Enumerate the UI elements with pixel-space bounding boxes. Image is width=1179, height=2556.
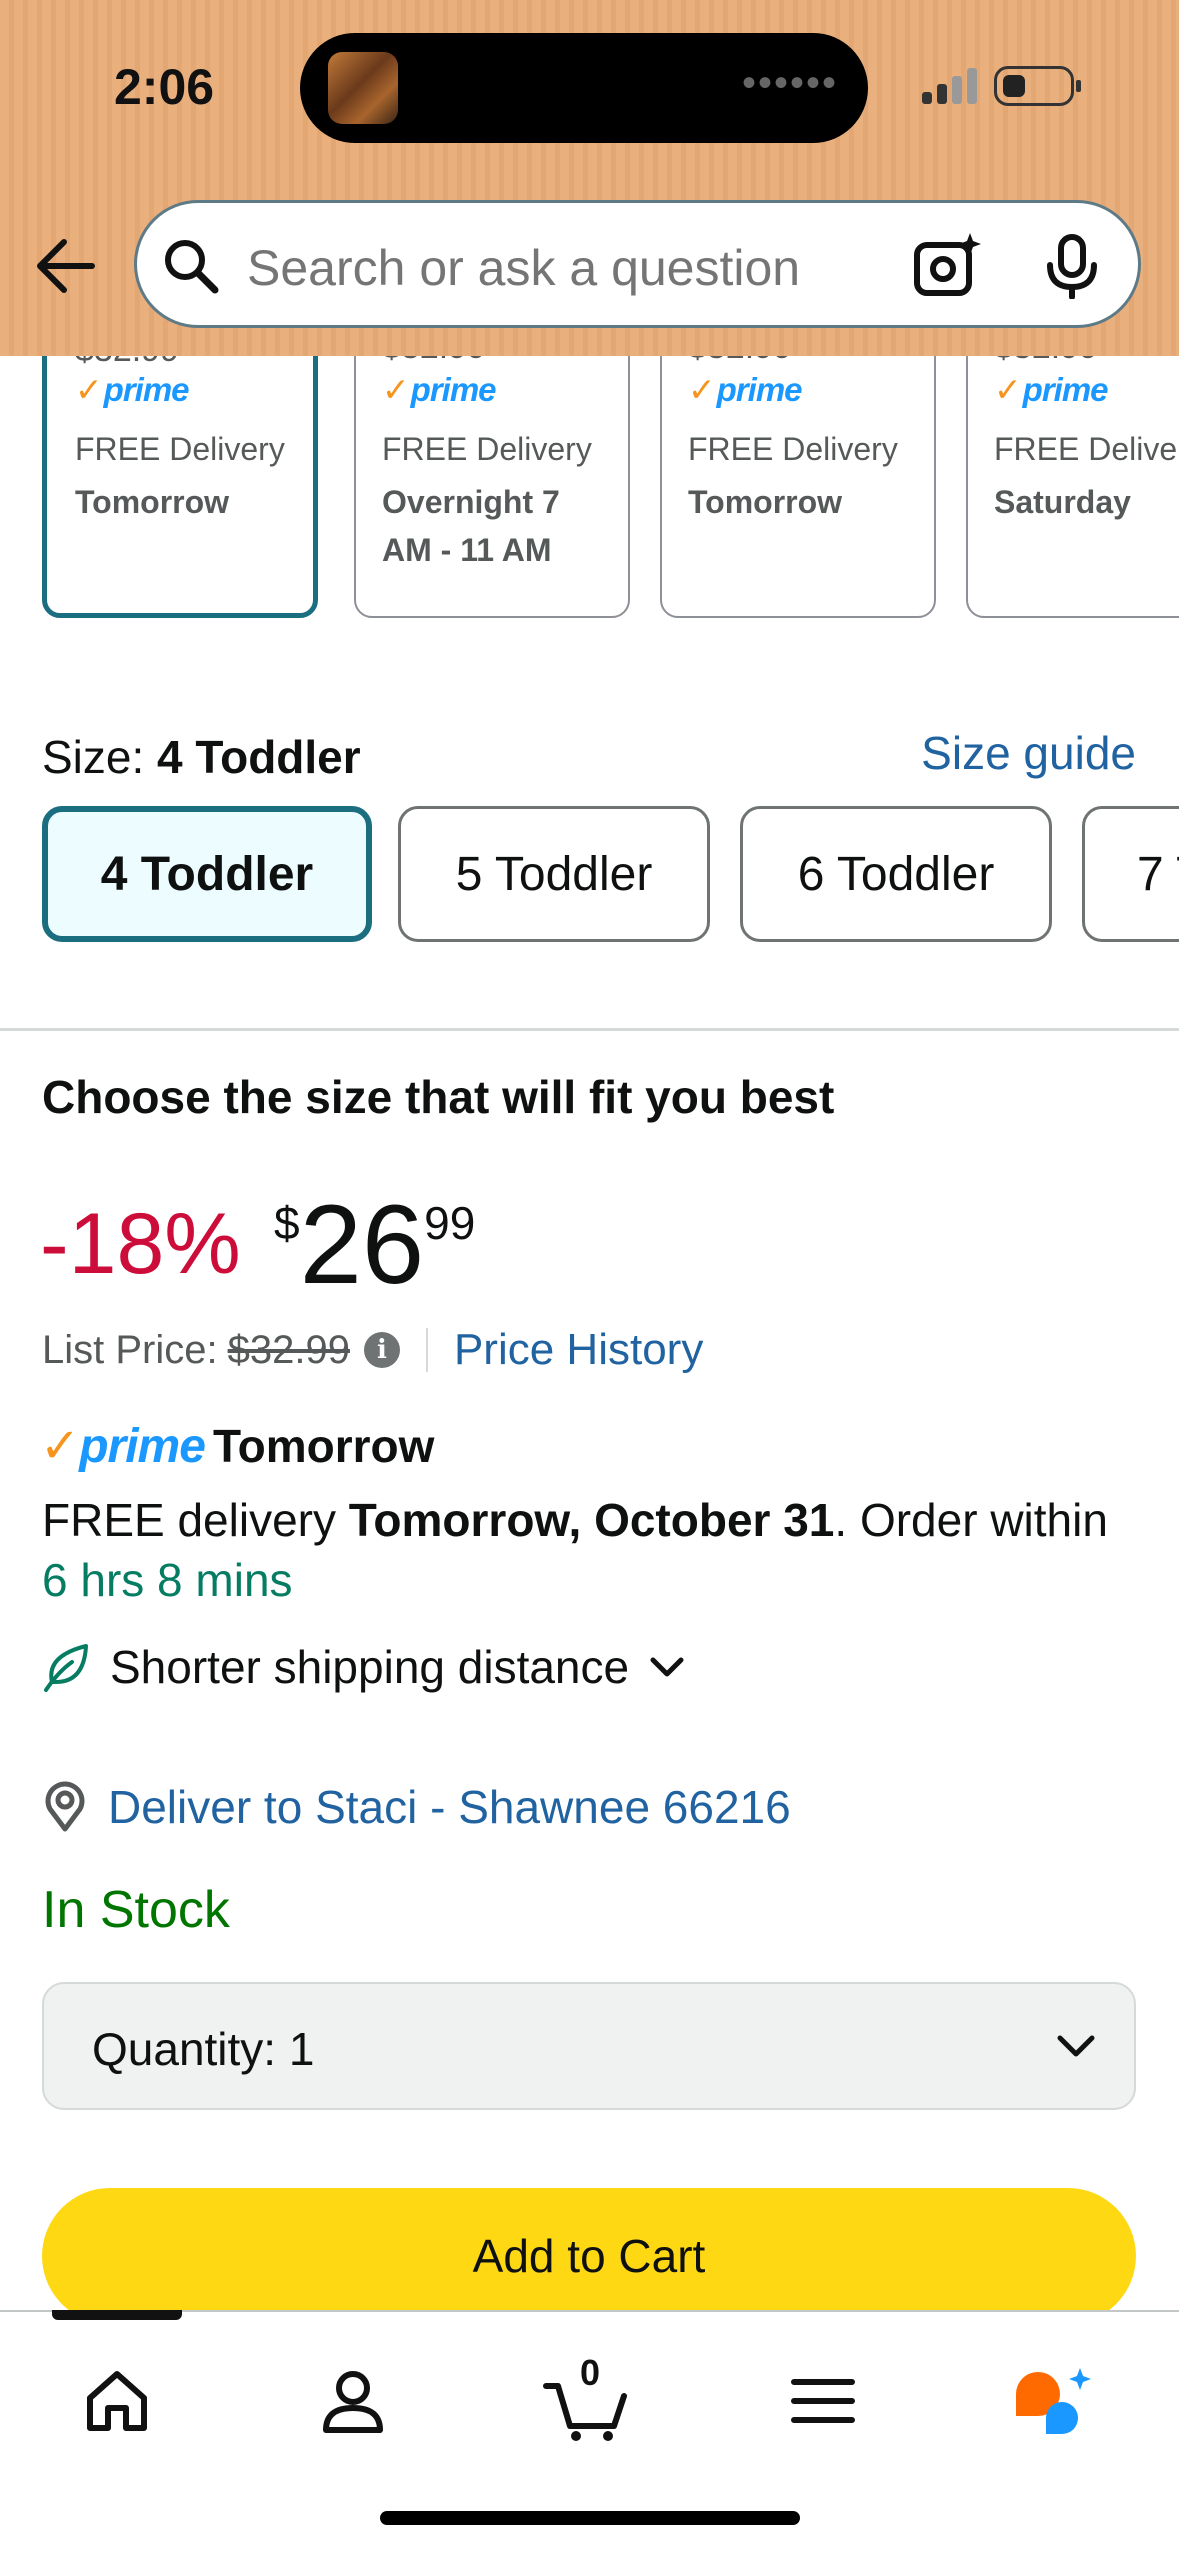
delivery-option-card[interactable]: $32.99 ✓prime FREE Delivery Overnight 7 … [354, 356, 630, 618]
price-fraction: 99 [424, 1197, 476, 1249]
card-delivery-time: Tomorrow [688, 484, 843, 520]
order-countdown: 6 hrs 8 mins [42, 1554, 293, 1606]
card-old-price: $32.99 [382, 356, 486, 367]
prime-delivery-badge: ✓prime Tomorrow [40, 1418, 434, 1474]
now-playing-thumbnail [328, 52, 398, 124]
size-option-7-toddler[interactable]: 7 Toddler [1082, 806, 1179, 942]
price-history-link[interactable]: Price History [454, 1325, 703, 1375]
delivery-option-card[interactable]: $32.99 ✓prime FREE Delivery Tomorrow [660, 356, 936, 618]
battery-icon [994, 66, 1081, 106]
card-old-price: $32.99 [75, 356, 179, 370]
fit-heading: Choose the size that will fit you best [42, 1071, 835, 1123]
prime-badge: ✓prime [994, 371, 1109, 408]
shipping-distance-label: Shorter shipping distance [110, 1641, 630, 1693]
cart-tab[interactable]: 0 [542, 2352, 632, 2446]
list-price-label: List Price: [42, 1327, 218, 1372]
prime-delivery-when: Tomorrow [212, 1420, 435, 1472]
shipping-distance-toggle[interactable]: Shorter shipping distance [42, 1640, 687, 1694]
size-options[interactable]: 4 Toddler 5 Toddler 6 Toddler 7 Toddler [0, 800, 1179, 950]
prime-logo: ✓prime [40, 1420, 206, 1473]
cellular-signal-icon [922, 68, 980, 104]
active-tab-indicator [52, 2310, 182, 2320]
card-free-delivery: FREE Delivery [382, 431, 592, 467]
delivery-option-card[interactable]: $32.99 ✓prime FREE Delivery Saturday [966, 356, 1179, 618]
card-old-price: $32.99 [688, 356, 792, 367]
card-delivery-time: Saturday [994, 484, 1131, 520]
discount-percent: -18% [40, 1196, 241, 1292]
price-whole: 26 [299, 1182, 425, 1307]
card-free-delivery: FREE Delivery [688, 431, 898, 467]
cart-count-badge: 0 [580, 2352, 601, 2393]
card-free-delivery: FREE Delivery [75, 431, 285, 467]
size-guide-link[interactable]: Size guide [921, 726, 1136, 780]
quantity-dropdown[interactable]: Quantity: 1 [42, 1982, 1136, 2110]
add-to-cart-button[interactable]: Add to Cart [42, 2188, 1136, 2324]
card-delivery-time: Tomorrow [75, 484, 230, 520]
home-icon[interactable] [72, 2356, 162, 2446]
app-header: 2:06 •••••• [0, 0, 1179, 356]
chevron-down-icon [1057, 2035, 1095, 2057]
menu-icon[interactable] [778, 2356, 868, 2446]
card-delivery-time: Overnight 7 AM - 11 AM [382, 484, 560, 568]
delivery-option-card[interactable]: $32.99 ✓prime FREE Delivery Tomorrow [42, 356, 318, 618]
prime-badge: ✓prime [75, 371, 190, 408]
search-bar[interactable] [134, 200, 1141, 328]
size-option-5-toddler[interactable]: 5 Toddler [398, 806, 710, 942]
price-currency: $ [274, 1197, 300, 1249]
deliver-to-address: Deliver to Staci - Shawnee 66216 [108, 1781, 791, 1833]
size-option-4-toddler[interactable]: 4 Toddler [42, 806, 372, 942]
list-price-value: $32.99 [227, 1327, 350, 1372]
prime-badge: ✓prime [382, 371, 497, 408]
quantity-label: Quantity: 1 [92, 2023, 315, 2075]
size-selected-value: 4 Toddler [157, 731, 361, 783]
dynamic-island[interactable]: •••••• [300, 33, 868, 143]
divider [425, 1328, 428, 1372]
info-icon[interactable]: i [363, 1332, 400, 1368]
size-label: Size: 4 Toddler [42, 731, 361, 783]
card-free-delivery: FREE Delivery [994, 431, 1179, 467]
section-divider [0, 1028, 1179, 1031]
chevron-down-icon [650, 1657, 684, 1677]
size-option-6-toddler[interactable]: 6 Toddler [740, 806, 1052, 942]
status-time: 2:06 [114, 59, 215, 115]
rufus-assistant-icon[interactable] [1010, 2356, 1100, 2446]
camera-lens-icon[interactable] [912, 231, 982, 301]
list-price-row: List Price: $32.99 i Price History [42, 1325, 703, 1375]
search-icon [165, 240, 219, 294]
price: $2699 [274, 1189, 476, 1301]
deliver-to-link[interactable]: Deliver to Staci - Shawnee 66216 [42, 1780, 791, 1834]
back-arrow-icon[interactable] [34, 236, 96, 296]
leaf-icon [44, 1644, 88, 1692]
delivery-date: Tomorrow, October 31 [348, 1494, 835, 1546]
account-icon[interactable] [308, 2356, 398, 2446]
prime-badge: ✓prime [688, 371, 803, 408]
card-old-price: $32.99 [994, 356, 1098, 367]
location-pin-icon [45, 1781, 85, 1832]
home-indicator[interactable] [380, 2511, 800, 2525]
search-input[interactable] [247, 239, 847, 297]
audio-wave-icon: •••••• [741, 61, 838, 105]
delivery-options-carousel[interactable]: $32.99 ✓prime FREE Delivery Tomorrow $32… [0, 356, 1179, 636]
stock-status: In Stock [42, 1881, 230, 1939]
delivery-message: FREE delivery Tomorrow, October 31. Orde… [42, 1494, 1108, 1606]
microphone-icon[interactable] [1042, 233, 1102, 299]
quantity-value: 1 [288, 2023, 315, 2075]
